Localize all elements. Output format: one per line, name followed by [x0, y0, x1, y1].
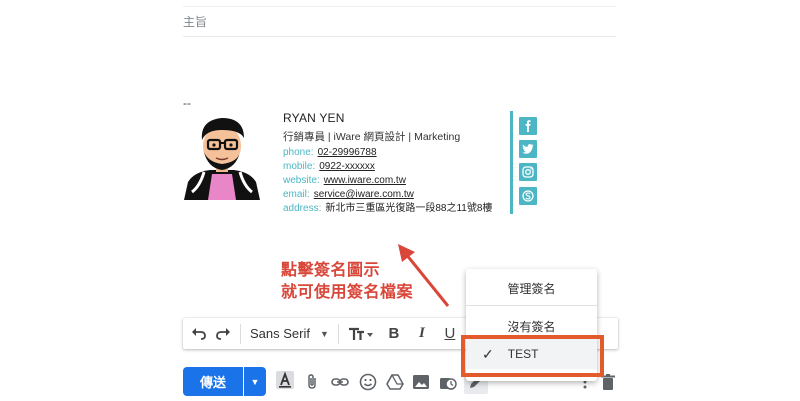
subject-divider — [183, 36, 616, 37]
menu-divider — [466, 305, 597, 306]
signature-mobile-row: mobile: 0922-xxxxxx — [283, 160, 375, 173]
avatar — [184, 118, 260, 200]
mobile-label: mobile: — [283, 161, 316, 172]
signature-website-row: website: www.iware.com.tw — [283, 174, 406, 187]
facebook-icon[interactable] — [519, 117, 537, 135]
subject-input[interactable]: 主旨 — [183, 13, 207, 30]
annotation-arrow — [398, 244, 450, 307]
formatting-options-icon[interactable] — [275, 370, 295, 390]
highlight-box — [461, 335, 604, 377]
website-link[interactable]: www.iware.com.tw — [324, 175, 406, 186]
header-divider — [183, 6, 616, 7]
send-button[interactable]: 傳送 — [183, 367, 243, 396]
italic-icon[interactable]: I — [410, 322, 434, 346]
mobile-link[interactable]: 0922-xxxxxx — [319, 161, 375, 172]
phone-label: phone: — [283, 147, 314, 158]
signature-phone-row: phone: 02-29996788 — [283, 146, 377, 159]
font-size-icon[interactable] — [344, 322, 378, 346]
address-value: 新北市三重區光復路一段88之11號8樓 — [325, 203, 493, 214]
email-link[interactable]: service@iware.com.tw — [314, 189, 414, 200]
insert-link-icon[interactable] — [330, 372, 350, 392]
address-label: address: — [283, 203, 322, 214]
instagram-icon[interactable] — [519, 163, 537, 181]
insert-photo-icon[interactable] — [411, 372, 431, 392]
send-options-button[interactable]: ▼ — [244, 367, 266, 396]
bold-icon[interactable]: B — [382, 322, 406, 346]
signature-address-row: address: 新北市三重區光復路一段88之11號8樓 — [283, 202, 492, 215]
twitter-icon[interactable] — [519, 140, 537, 158]
emoji-icon[interactable] — [358, 372, 378, 392]
website-label: website: — [283, 175, 320, 186]
underline-icon[interactable]: U — [438, 322, 462, 346]
font-family-select[interactable]: Sans Serif ▼ — [246, 326, 333, 341]
phone-link[interactable]: 02-29996788 — [318, 147, 377, 158]
google-drive-icon[interactable] — [385, 372, 405, 392]
signature-name: RYAN YEN — [283, 111, 345, 125]
redo-icon[interactable] — [211, 322, 235, 346]
toolbar-separator — [337, 323, 339, 344]
signature-separator: -- — [183, 96, 191, 110]
manage-signatures-item[interactable]: 管理簽名 — [466, 273, 597, 303]
toolbar-separator — [240, 323, 241, 344]
confidential-mode-icon[interactable] — [438, 372, 458, 392]
skype-icon[interactable] — [519, 187, 537, 205]
signature-title: 行銷專員 | iWare 網頁設計 | Marketing — [283, 131, 461, 143]
signature-email-row: email: service@iware.com.tw — [283, 188, 414, 201]
signature-accent-bar — [510, 111, 513, 214]
chevron-down-icon: ▼ — [319, 328, 329, 339]
font-family-value: Sans Serif — [250, 326, 310, 341]
no-signature-label: 沒有簽名 — [507, 319, 556, 334]
attach-file-icon[interactable] — [302, 372, 322, 392]
undo-icon[interactable] — [187, 322, 211, 346]
manage-signatures-label: 管理簽名 — [507, 281, 556, 296]
email-label: email: — [283, 189, 310, 200]
